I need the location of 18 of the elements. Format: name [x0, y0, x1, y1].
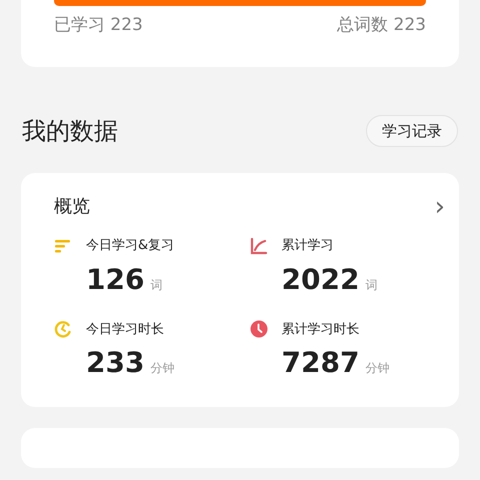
stat-value: 2022	[282, 262, 360, 298]
overview-title: 概览	[54, 195, 90, 219]
stat-unit: 分钟	[150, 360, 174, 377]
stat-label: 今日学习&复习	[86, 237, 174, 255]
chevron[interactable]: ›	[434, 194, 445, 218]
learned-count: 已学习 223	[54, 14, 143, 37]
stat-unit: 词	[365, 276, 378, 294]
study-record-button[interactable]: 学习记录	[366, 115, 458, 147]
stat-label: 今日学习时长	[86, 320, 164, 338]
stat-label: 累计学习	[282, 237, 334, 255]
stat-value: 233	[86, 345, 144, 381]
section-title: 我的数据	[22, 116, 118, 147]
stat-label: 累计学习时长	[282, 320, 360, 338]
stat-unit: 分钟	[365, 360, 390, 377]
total-count: 总词数 223	[337, 14, 426, 37]
stat-value: 7287	[282, 345, 360, 381]
stat-unit: 词	[150, 276, 162, 294]
stat-value: 126	[86, 262, 144, 298]
